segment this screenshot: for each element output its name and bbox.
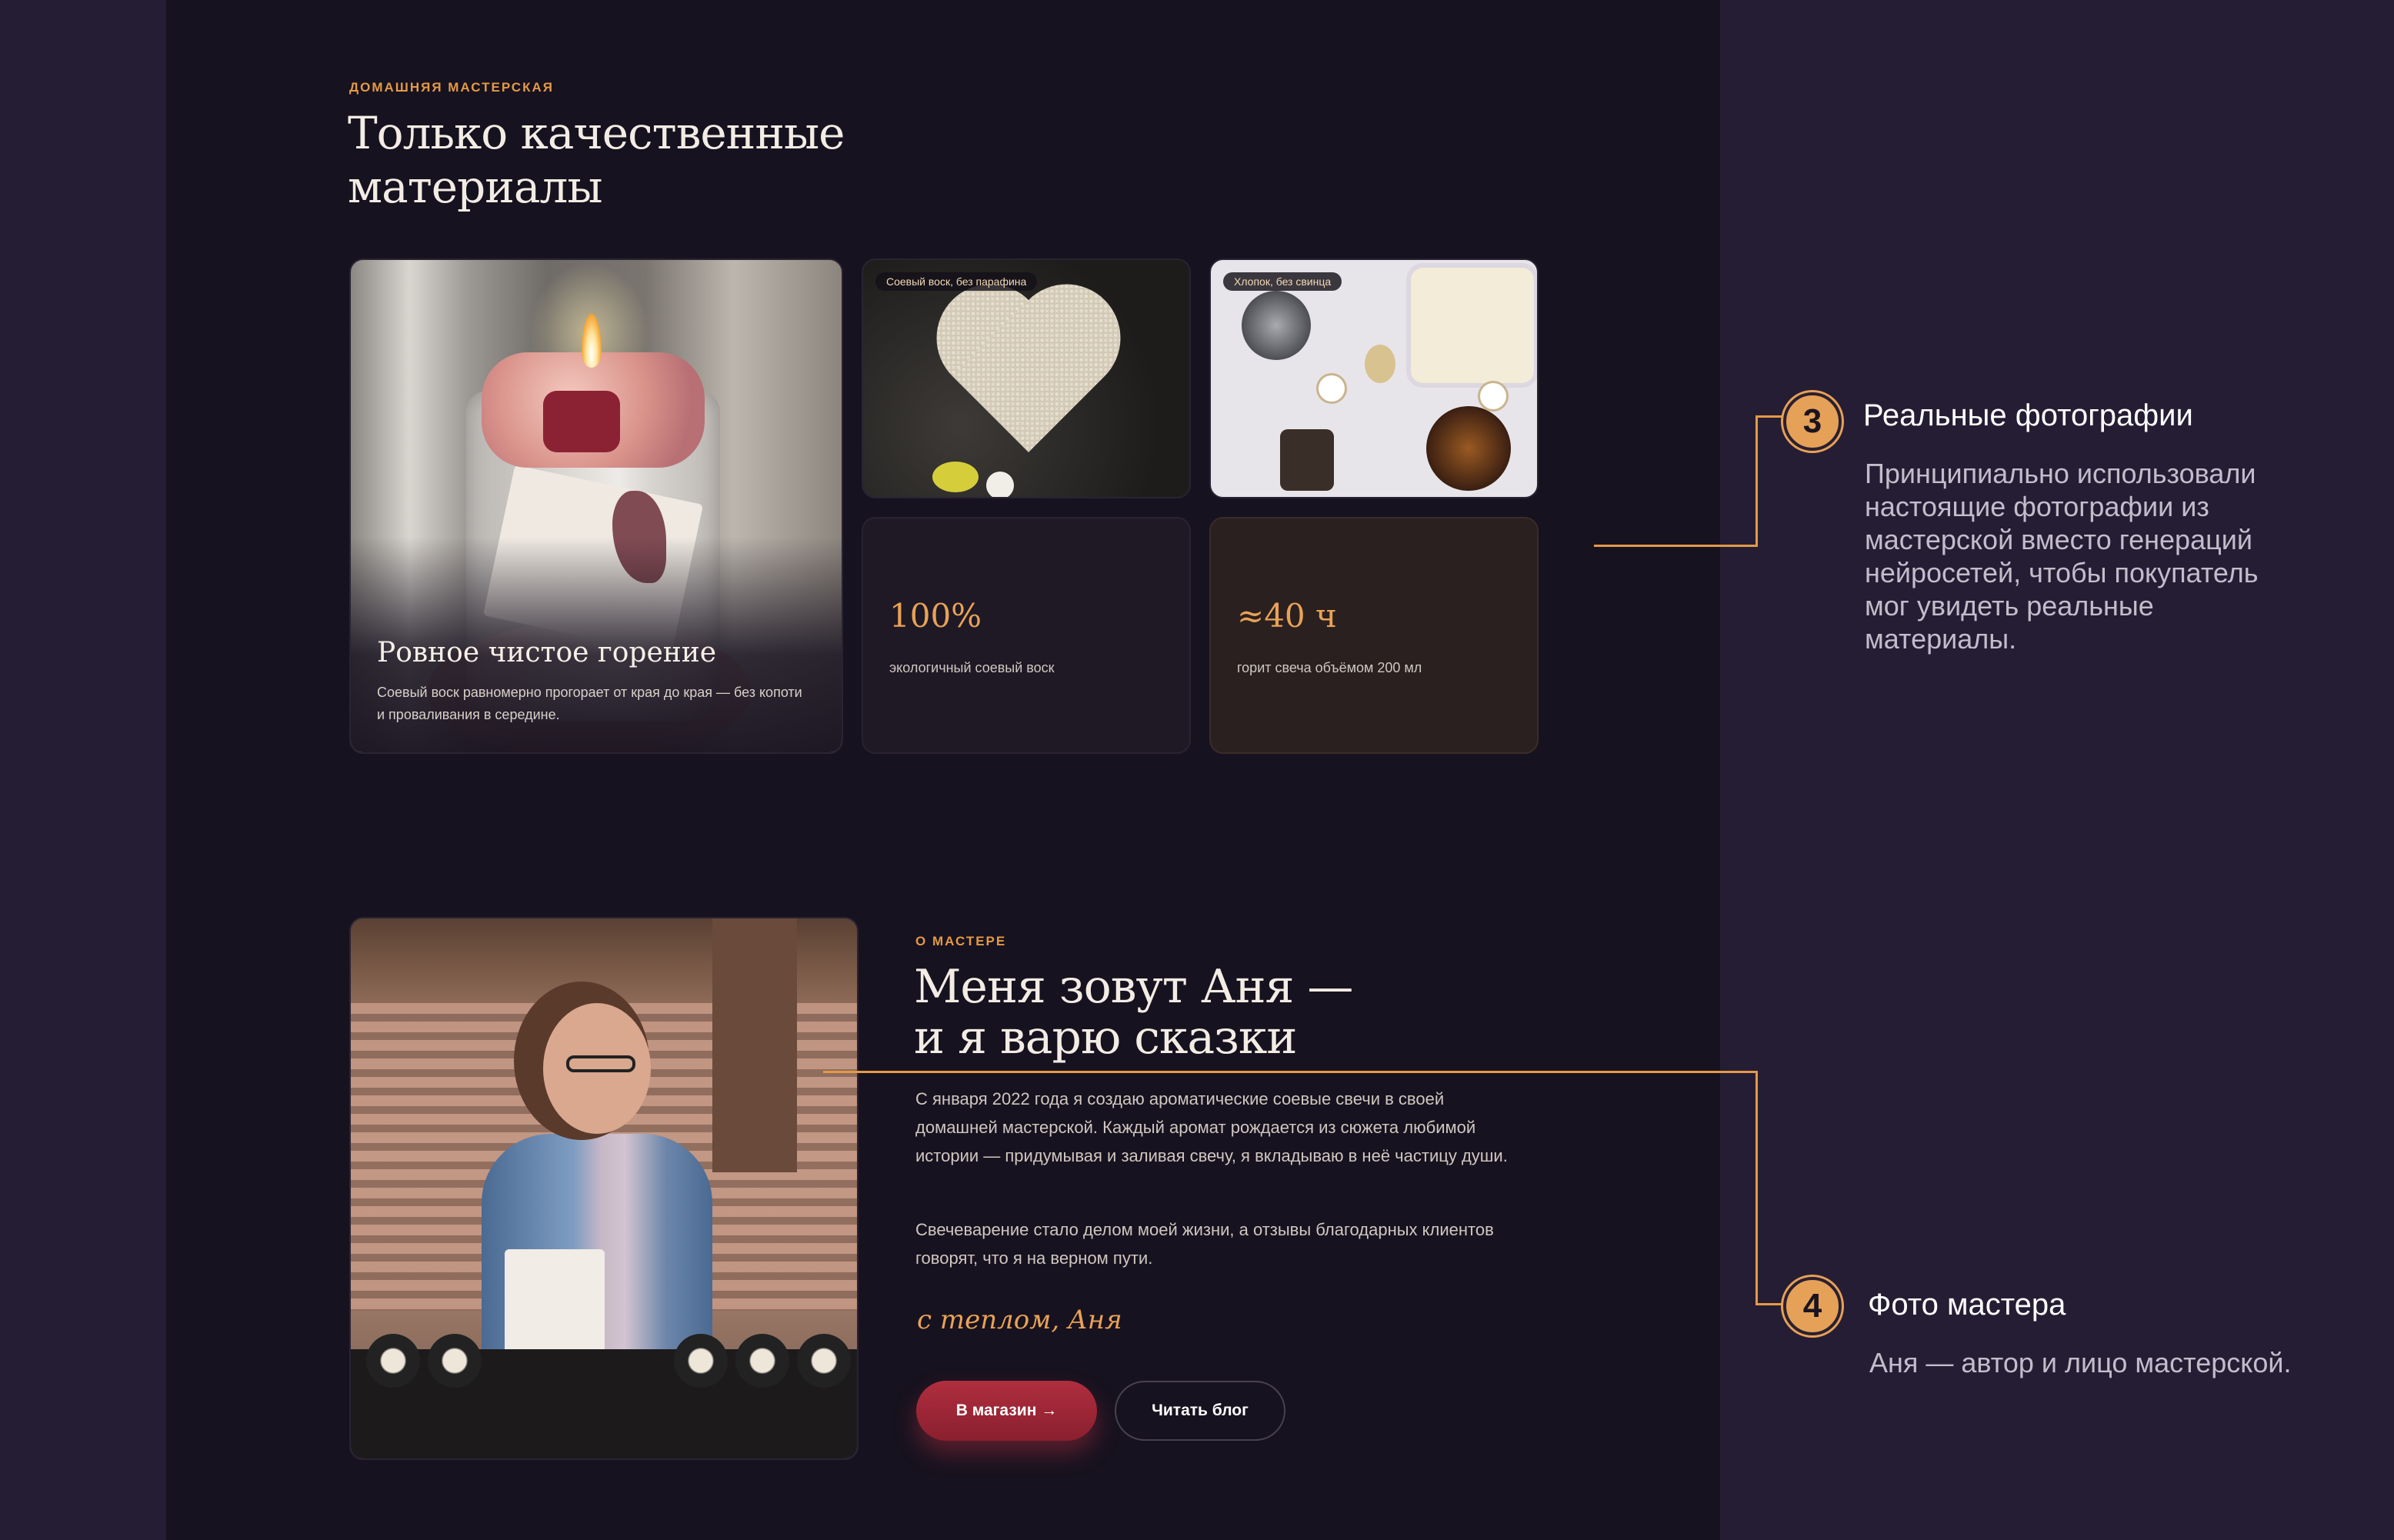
stat-label: горит свеча объёмом 200 мл [1237, 660, 1422, 675]
annotation-connector [1755, 415, 1786, 418]
materials-title: Только качественные материалы [348, 107, 845, 213]
feature-card-description: Соевый воск равномерно прогорает от края… [377, 685, 802, 722]
photo-tag: Соевый воск, без парафина [875, 272, 1038, 291]
stat-card-wax: 100% экологичный соевый воск [862, 517, 1191, 754]
stat-label: экологичный соевый воск [889, 660, 1055, 675]
about-paragraph-2: Свечеварение стало делом моей жизни, а о… [915, 1220, 1494, 1268]
feature-card-title: Ровное чистое горение [377, 637, 717, 668]
annotation-badge: 4 [1783, 1277, 1842, 1335]
materials-eyebrow: ДОМАШНЯЯ МАСТЕРСКАЯ [349, 80, 554, 95]
annotation-connector [1594, 545, 1757, 547]
annotation-text: Аня — автор и лицо мастерской. [1869, 1347, 2292, 1378]
master-photo [349, 917, 859, 1460]
photo-tag: Хлопок, без свинца [1223, 272, 1342, 291]
signature: с теплом, Аня [917, 1305, 1122, 1335]
about-paragraph-1: С января 2022 года я создаю ароматически… [915, 1089, 1508, 1165]
stat-card-burn-time: ≈40 ч горит свеча объёмом 200 мл [1209, 517, 1539, 754]
annotation-connector [1755, 1071, 1758, 1305]
annotation-text: Принципиально использовали настоящие фот… [1865, 458, 2259, 655]
read-blog-button[interactable]: Читать блог [1115, 1381, 1285, 1441]
about-title: Меня зовут Аня — и я варю сказки [914, 960, 1353, 1065]
feature-card-burning: Ровное чистое горение Соевый воск равном… [349, 258, 843, 754]
shop-button[interactable]: В магазин → [916, 1381, 1097, 1441]
about-eyebrow: О МАСТЕРЕ [915, 934, 1007, 948]
stat-value: ≈40 ч [1237, 597, 1337, 635]
annotation-connector [1755, 415, 1758, 547]
photo-card-cotton-wick: Хлопок, без свинца [1209, 258, 1539, 498]
stat-value: 100% [889, 597, 982, 635]
annotation-title: Реальные фотографии [1863, 398, 2193, 432]
annotation-connector [823, 1071, 1757, 1073]
annotation-title: Фото мастера [1868, 1288, 2066, 1322]
wax-heart-image [932, 291, 1125, 475]
annotation-connector [1755, 1303, 1786, 1305]
annotation-badge: 3 [1783, 392, 1842, 451]
photo-card-soy-wax: Соевый воск, без парафина [862, 258, 1191, 498]
candle-flame-image [582, 314, 602, 368]
